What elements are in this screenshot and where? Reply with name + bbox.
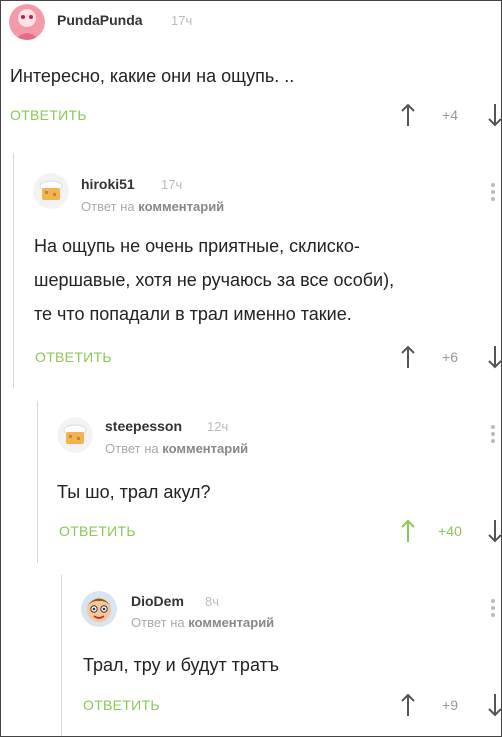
comment-text-line: На ощупь не очень приятные, склиско- [34, 236, 360, 256]
arrow-up-icon[interactable] [400, 103, 416, 127]
comment-text-line: шершавые, хотя не ручаюсь за все особи), [34, 270, 395, 290]
reply-button[interactable]: ОТВЕТИТЬ [35, 349, 112, 365]
arrow-up-icon[interactable] [400, 519, 416, 543]
comment-time: 8ч [205, 594, 220, 609]
arrow-down-icon[interactable] [487, 693, 502, 717]
reply-to-prefix: Ответ на [131, 615, 185, 630]
avatar[interactable] [33, 173, 69, 209]
comment-author[interactable]: PundaPunda [57, 12, 143, 28]
more-options-icon[interactable] [490, 425, 496, 447]
arrow-up-icon[interactable] [400, 345, 416, 369]
thread-line [61, 575, 62, 736]
comment: hiroki51 17ч Ответ на комментарий На ощу… [13, 153, 501, 388]
more-options-icon[interactable] [490, 599, 496, 621]
reply-to-prefix: Ответ на [81, 199, 135, 214]
comment: DioDem 8ч Ответ на комментарий Трал, тру… [61, 575, 501, 736]
default-cookie-avatar-icon [33, 173, 69, 209]
comment-text-line: Интересно, какие они на ощупь. .. [10, 66, 295, 86]
comment-author[interactable]: DioDem [131, 593, 184, 609]
comment-text-line: Ты шо, трал акул? [57, 482, 211, 502]
default-cookie-avatar-icon [57, 417, 93, 453]
reply-to-link[interactable]: комментарий [138, 199, 224, 214]
reply-to-label: Ответ на комментарий [105, 441, 248, 456]
vote-score: +40 [438, 523, 462, 539]
comment-time: 12ч [207, 419, 229, 434]
thread-line [13, 153, 14, 388]
comment-time: 17ч [161, 177, 183, 192]
comment-text: На ощупь не очень приятные, склиско- шер… [34, 229, 496, 331]
vote-score: +6 [442, 349, 458, 365]
arrow-down-icon[interactable] [487, 519, 502, 543]
avatar[interactable] [9, 4, 45, 40]
comment-author[interactable]: steepesson [105, 418, 182, 434]
more-options-icon[interactable] [490, 183, 496, 205]
reply-to-prefix: Ответ на [105, 441, 159, 456]
vote-score: +4 [442, 107, 458, 123]
pink-face-avatar-icon [9, 4, 45, 40]
comment: steepesson 12ч Ответ на комментарий Ты ш… [37, 401, 501, 563]
reply-button[interactable]: ОТВЕТИТЬ [10, 107, 87, 123]
avatar[interactable] [81, 591, 117, 627]
comment-thread: PundaPunda 17ч Интересно, какие они на о… [0, 0, 502, 737]
comment: PundaPunda 17ч Интересно, какие они на о… [1, 1, 501, 141]
cartoon-face-avatar-icon [81, 591, 117, 627]
comment-text-line: те что попадали в трал именно такие. [34, 304, 352, 324]
comment-text: Интересно, какие они на ощупь. .. [10, 59, 490, 93]
comment-author[interactable]: hiroki51 [81, 176, 135, 192]
reply-to-label: Ответ на комментарий [81, 199, 224, 214]
comment-text-line: Трал, тру и будут тратъ [83, 655, 280, 675]
reply-to-label: Ответ на комментарий [131, 615, 274, 630]
avatar[interactable] [57, 417, 93, 453]
reply-button[interactable]: ОТВЕТИТЬ [83, 697, 160, 713]
comment-text: Ты шо, трал акул? [57, 475, 495, 509]
reply-to-link[interactable]: комментарий [162, 441, 248, 456]
vote-score: +9 [442, 697, 458, 713]
thread-line [37, 401, 38, 563]
comment-time: 17ч [171, 13, 193, 28]
arrow-down-icon[interactable] [487, 345, 502, 369]
arrow-up-icon[interactable] [400, 693, 416, 717]
comment-text: Трал, тру и будут тратъ [83, 648, 495, 682]
arrow-down-icon[interactable] [487, 103, 502, 127]
reply-to-link[interactable]: комментарий [188, 615, 274, 630]
reply-button[interactable]: ОТВЕТИТЬ [59, 523, 136, 539]
